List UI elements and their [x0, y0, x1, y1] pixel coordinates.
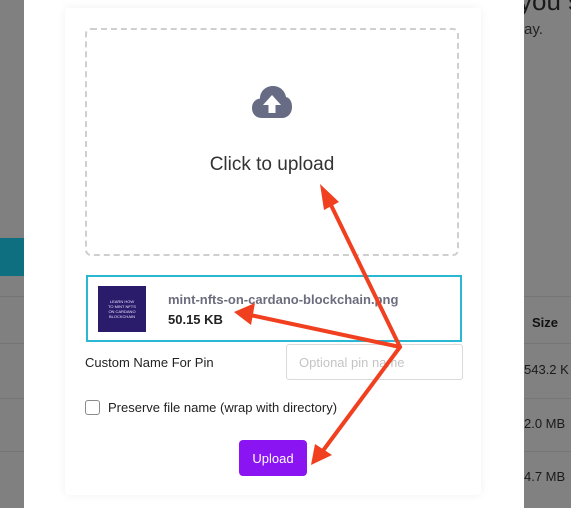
upload-dropzone[interactable]: Click to upload [85, 28, 459, 256]
background-divider [0, 296, 24, 297]
upload-button[interactable]: Upload [239, 440, 307, 476]
background-heading: you s [519, 0, 571, 16]
file-thumbnail: LEARN HOW TO MINT NFTS ON CARDANO BLOCKC… [98, 286, 146, 332]
background-divider [0, 343, 24, 344]
background-divider [0, 398, 24, 399]
size-cell: 543.2 K [524, 362, 569, 377]
background-divider [0, 451, 24, 452]
cloud-upload-icon [252, 86, 292, 118]
selected-file-item: LEARN HOW TO MINT NFTS ON CARDANO BLOCKC… [86, 275, 462, 342]
background-active-item [0, 238, 24, 276]
custom-name-label: Custom Name For Pin [85, 355, 214, 370]
file-size: 50.15 KB [168, 312, 223, 327]
preserve-filename-option[interactable]: Preserve file name (wrap with directory) [85, 398, 337, 416]
preserve-filename-label: Preserve file name (wrap with directory) [108, 399, 338, 415]
dropzone-label: Click to upload [209, 154, 335, 175]
background-subtext: ay. [524, 21, 543, 38]
size-cell: 4.7 MB [524, 469, 566, 484]
background-right-panel [524, 0, 571, 508]
thumbnail-text: LEARN HOW TO MINT NFTS ON CARDANO BLOCKC… [108, 299, 136, 319]
file-name: mint-nfts-on-cardano-blockchain.png [168, 292, 399, 307]
size-column-header: Size [532, 315, 559, 330]
custom-name-input[interactable] [286, 344, 463, 380]
size-cell: 2.0 MB [524, 416, 566, 431]
preserve-filename-checkbox[interactable] [85, 399, 100, 415]
